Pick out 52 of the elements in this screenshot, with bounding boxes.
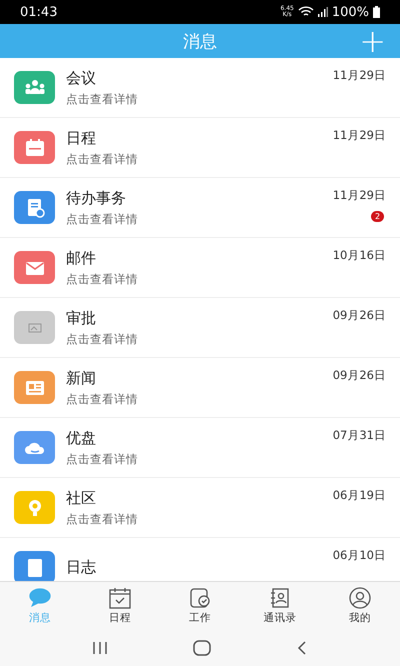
message-date: 06月10日 [332,548,386,563]
message-item[interactable]: 优盘 点击查看详情 07月31日 [0,418,400,478]
message-item[interactable]: 社区 点击查看详情 06月19日 [0,478,400,538]
message-subtitle: 点击查看详情 [66,452,139,466]
recent-apps-icon[interactable] [92,641,108,655]
message-title: 邮件 [66,248,97,268]
checked-document-icon [188,587,212,609]
message-title: 优盘 [66,428,97,448]
message-date: 11月29日 [332,68,386,83]
battery-icon [373,6,380,18]
battery-level: 100% [332,4,369,20]
message-date: 11月29日 [332,128,386,143]
unread-count: 2 [371,211,384,222]
message-item[interactable]: 待办事务 点击查看详情 11月29日 2 [0,178,400,238]
message-date: 06月19日 [332,488,386,503]
message-title: 日程 [66,128,97,148]
message-item[interactable]: 新闻 点击查看详情 09月26日 [0,358,400,418]
calendar-icon [108,587,132,609]
wifi-icon [298,6,314,18]
message-subtitle: 点击查看详情 [66,152,139,166]
home-icon[interactable] [192,640,211,656]
nav-tab[interactable]: 通讯录 [240,582,320,630]
message-title: 社区 [66,488,97,508]
message-title: 新闻 [66,368,97,388]
nav-tab[interactable]: 我的 [320,582,400,630]
clock-time: 01:43 [20,4,58,20]
message-subtitle: 点击查看详情 [66,512,139,526]
message-item[interactable]: 邮件 点击查看详情 10月16日 [0,238,400,298]
signal-icon [318,7,328,17]
message-title: 待办事务 [66,188,127,208]
back-icon[interactable] [296,640,308,656]
chat-bubble-icon [28,587,52,609]
nav-tab[interactable]: 日程 [80,582,160,630]
message-subtitle: 点击查看详情 [66,332,139,346]
user-icon [348,587,372,609]
message-title: 审批 [66,308,97,328]
message-date: 07月31日 [332,428,386,443]
page-title: 消息 [183,30,217,52]
message-title: 会议 [66,68,97,88]
nav-tab[interactable]: 工作 [160,582,240,630]
message-item[interactable]: 日程 点击查看详情 11月29日 [0,118,400,178]
message-date: 09月26日 [332,368,386,383]
message-title: 日志 [66,558,97,577]
message-subtitle: 点击查看详情 [66,92,139,106]
message-item[interactable]: 会议 点击查看详情 11月29日 [0,58,400,118]
message-subtitle: 点击查看详情 [66,392,139,406]
message-date: 09月26日 [332,308,386,323]
message-subtitle: 点击查看详情 [66,212,139,226]
message-subtitle: 点击查看详情 [66,272,139,286]
message-date: 11月29日 [332,188,386,203]
message-date: 10月16日 [332,248,386,263]
message-item[interactable]: 审批 点击查看详情 09月26日 [0,298,400,358]
